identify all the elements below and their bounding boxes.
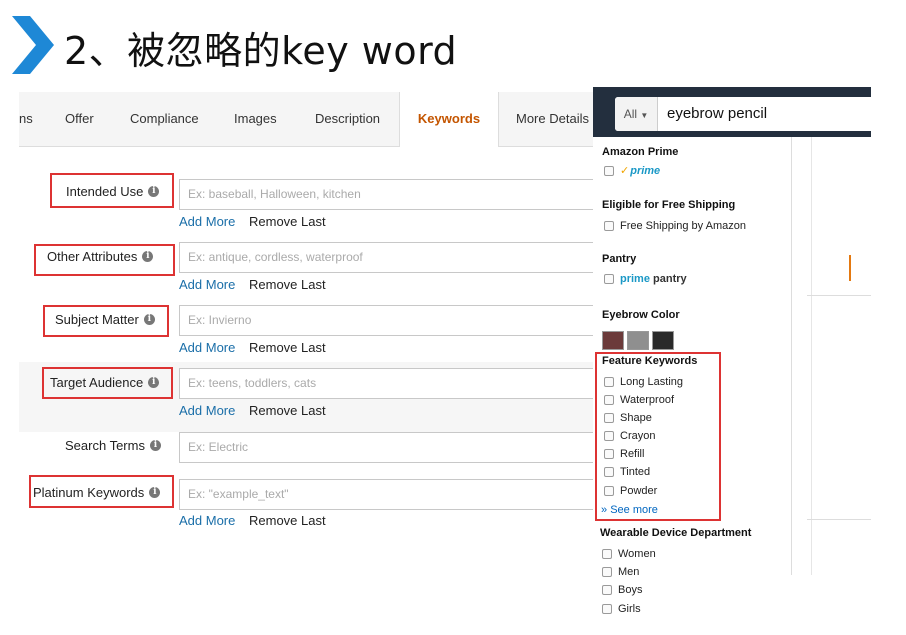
color-swatch-black[interactable] <box>652 331 674 350</box>
checkbox[interactable] <box>604 413 614 423</box>
checkbox[interactable] <box>604 449 614 459</box>
field-actions: Add More Remove Last <box>179 403 326 418</box>
checkbox[interactable] <box>602 604 612 614</box>
accent-mark <box>849 255 851 281</box>
checkbox[interactable] <box>602 567 612 577</box>
checkbox[interactable] <box>604 486 614 496</box>
caret-down-icon: ▼ <box>640 111 649 120</box>
field-actions: Add More Remove Last <box>179 277 326 292</box>
filter-heading-feature-keywords: Feature Keywords <box>602 355 698 367</box>
seller-keywords-form: ns Offer Compliance Images Description K… <box>19 92 599 552</box>
filter-option-prime[interactable]: ✓ prime <box>604 164 660 177</box>
search-bar[interactable]: All ▼ eyebrow pencil <box>615 97 871 131</box>
amazon-filter-sidebar: All ▼ eyebrow pencil Amazon Prime ✓ prim… <box>593 87 871 625</box>
amazon-header: All ▼ eyebrow pencil <box>593 87 871 137</box>
field-label-intended-use: Intended Use i <box>66 184 160 199</box>
field-actions: Add More Remove Last <box>179 513 326 528</box>
tab-bar: ns Offer Compliance Images Description K… <box>19 92 599 147</box>
filter-heading-amazon-prime: Amazon Prime <box>602 146 679 158</box>
checkbox[interactable] <box>602 549 612 559</box>
info-icon[interactable]: i <box>148 377 160 388</box>
checkbox[interactable] <box>604 165 614 176</box>
info-icon[interactable]: i <box>142 251 154 262</box>
filter-heading-eyebrow-color: Eyebrow Color <box>602 309 680 321</box>
field-label-target-audience: Target Audience i <box>50 375 160 390</box>
filter-option-women[interactable]: Women <box>602 548 656 560</box>
color-swatch-gray[interactable] <box>627 331 649 350</box>
checkbox[interactable] <box>604 221 614 231</box>
add-more-link[interactable]: Add More <box>179 214 235 229</box>
filter-heading-free-shipping: Eligible for Free Shipping <box>602 199 736 211</box>
filter-option-crayon[interactable]: Crayon <box>604 430 655 442</box>
remove-last-link[interactable]: Remove Last <box>249 403 326 418</box>
checkbox[interactable] <box>604 377 614 387</box>
add-more-link[interactable]: Add More <box>179 513 235 528</box>
other-attributes-input[interactable]: Ex: antique, cordless, waterproof <box>179 242 599 273</box>
prime-check-icon: ✓ <box>620 165 630 177</box>
filter-option-waterproof[interactable]: Waterproof <box>604 394 674 406</box>
intended-use-input[interactable]: Ex: baseball, Halloween, kitchen <box>179 179 599 210</box>
tab-images[interactable]: Images <box>234 92 277 146</box>
field-actions: Add More Remove Last <box>179 340 326 355</box>
tab-description[interactable]: Description <box>315 92 380 146</box>
filter-heading-pantry: Pantry <box>602 253 637 265</box>
chevron-right-icon <box>12 16 54 74</box>
divider <box>811 137 812 575</box>
info-icon[interactable]: i <box>143 314 155 325</box>
platinum-keywords-input[interactable]: Ex: "example_text" <box>179 479 599 510</box>
checkbox[interactable] <box>604 274 614 284</box>
field-label-search-terms: Search Terms i <box>65 438 161 453</box>
field-actions: Add More Remove Last <box>179 214 326 229</box>
checkbox[interactable] <box>602 585 612 595</box>
search-terms-input[interactable]: Ex: Electric <box>179 432 599 463</box>
double-chevron-down-icon: » <box>601 504 608 516</box>
divider <box>791 137 792 575</box>
checkbox[interactable] <box>604 431 614 441</box>
remove-last-link[interactable]: Remove Last <box>249 340 326 355</box>
filter-option-refill[interactable]: Refill <box>604 448 644 460</box>
tab-offer[interactable]: Offer <box>65 92 94 146</box>
filter-option-men[interactable]: Men <box>602 566 639 578</box>
remove-last-link[interactable]: Remove Last <box>249 513 326 528</box>
remove-last-link[interactable]: Remove Last <box>249 277 326 292</box>
field-label-platinum-keywords: Platinum Keywords i <box>33 485 161 500</box>
checkbox[interactable] <box>604 467 614 477</box>
field-label-subject-matter: Subject Matter i <box>55 312 155 327</box>
field-label-other-attributes: Other Attributes i <box>47 249 154 264</box>
see-more-link[interactable]: » See more <box>601 504 658 516</box>
add-more-link[interactable]: Add More <box>179 403 235 418</box>
filter-option-prime-pantry[interactable]: prime pantry <box>604 273 687 285</box>
divider <box>807 519 871 520</box>
filter-option-powder[interactable]: Powder <box>604 485 657 497</box>
tab-partial[interactable]: ns <box>19 92 33 146</box>
target-audience-input[interactable]: Ex: teens, toddlers, cats <box>179 368 599 399</box>
info-icon[interactable]: i <box>149 487 161 498</box>
divider <box>807 295 871 296</box>
search-input[interactable]: eyebrow pencil <box>667 97 767 131</box>
add-more-link[interactable]: Add More <box>179 340 235 355</box>
color-swatch-brown[interactable] <box>602 331 624 350</box>
filter-option-free-shipping[interactable]: Free Shipping by Amazon <box>604 220 746 232</box>
tab-keywords[interactable]: Keywords <box>399 92 499 147</box>
tab-more-details[interactable]: More Details <box>516 92 589 146</box>
slide-title: 2、被忽略的key word <box>64 29 458 73</box>
search-scope-dropdown[interactable]: All ▼ <box>615 97 658 131</box>
remove-last-link[interactable]: Remove Last <box>249 214 326 229</box>
info-icon[interactable]: i <box>149 440 161 451</box>
filter-option-shape[interactable]: Shape <box>604 412 652 424</box>
filter-option-tinted[interactable]: Tinted <box>604 466 650 478</box>
filter-option-boys[interactable]: Boys <box>602 584 642 596</box>
checkbox[interactable] <box>604 395 614 405</box>
add-more-link[interactable]: Add More <box>179 277 235 292</box>
info-icon[interactable]: i <box>148 186 160 197</box>
subject-matter-input[interactable]: Ex: Invierno <box>179 305 599 336</box>
tab-compliance[interactable]: Compliance <box>130 92 199 146</box>
filter-option-long-lasting[interactable]: Long Lasting <box>604 376 683 388</box>
filter-heading-wearable-device: Wearable Device Department <box>600 527 752 539</box>
filter-option-girls[interactable]: Girls <box>602 603 641 615</box>
